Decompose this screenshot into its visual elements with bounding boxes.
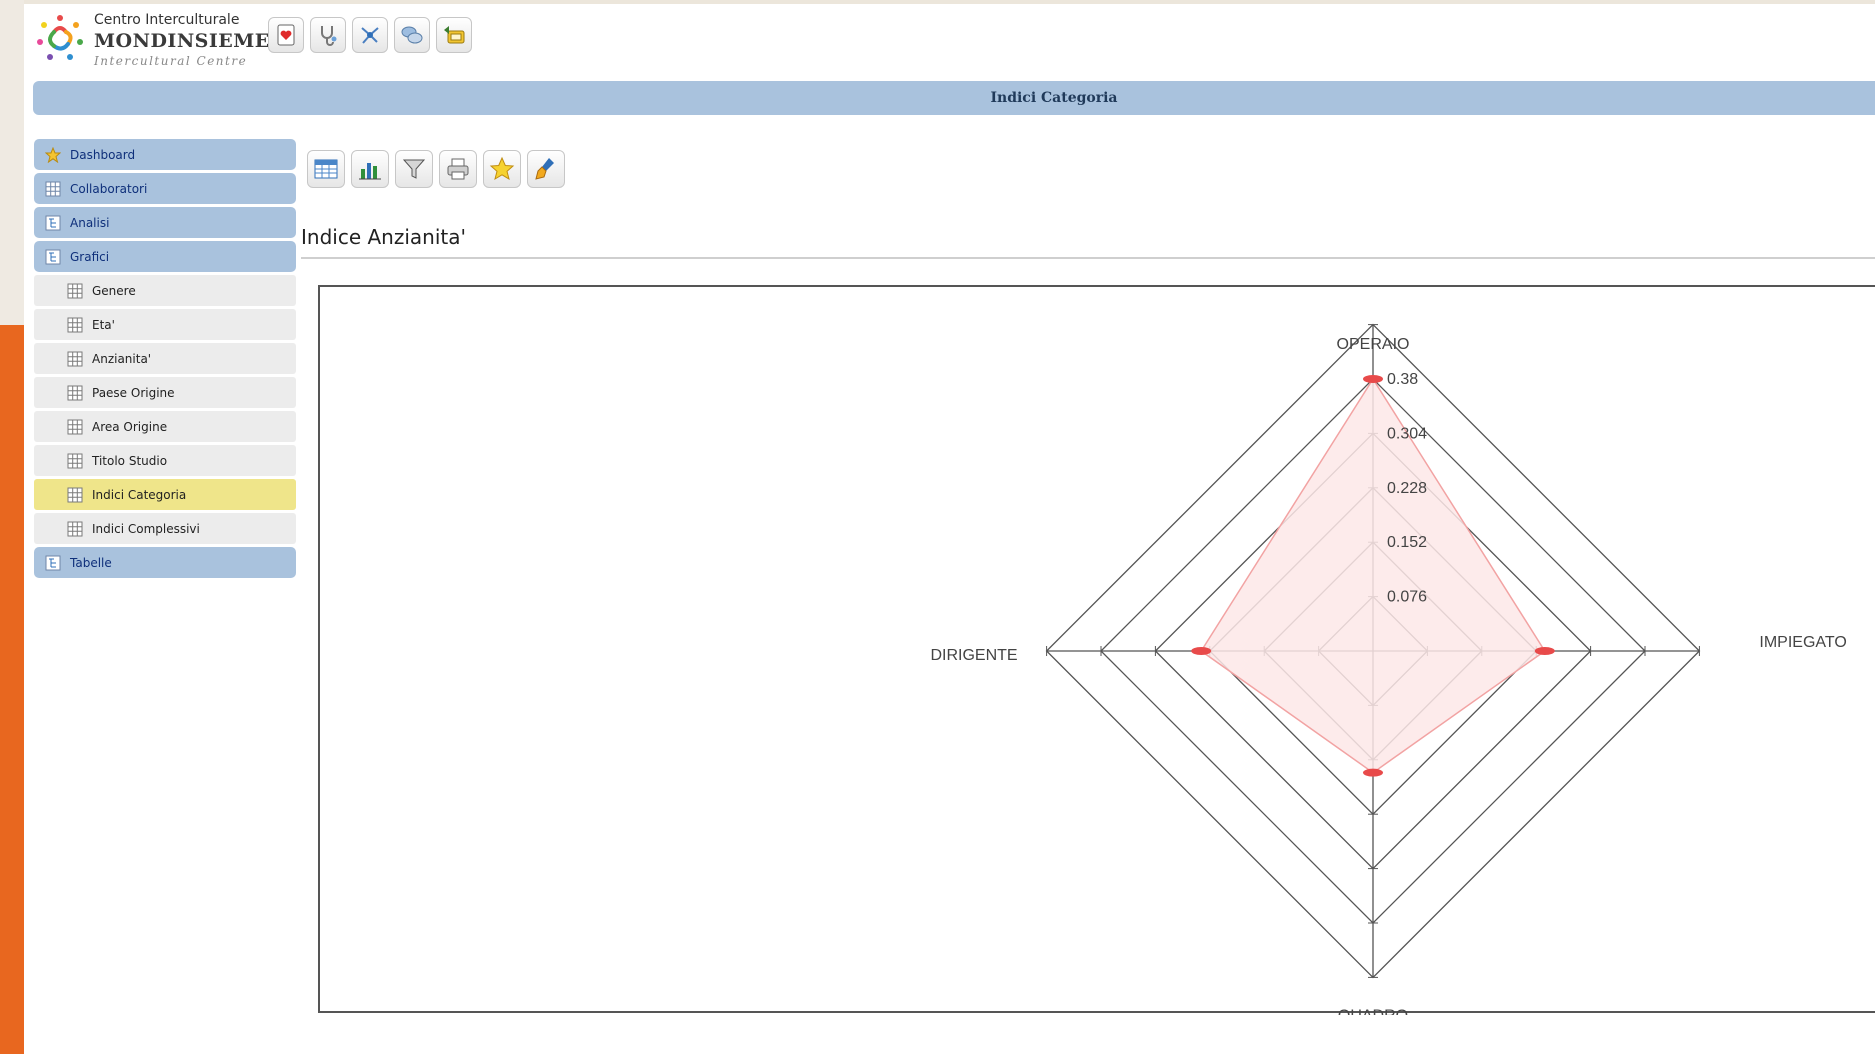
sidebar-item-label: Genere — [92, 283, 136, 298]
category-label: QUADRO — [1338, 1007, 1408, 1015]
back-card-icon — [444, 26, 465, 44]
data-point — [1363, 375, 1383, 383]
chart-toolbar — [307, 150, 565, 188]
sidebar-item-collaboratori[interactable]: Collaboratori — [34, 173, 296, 204]
logo[interactable]: Centro Interculturale MONDINSIEME Interc… — [32, 10, 269, 68]
stethoscope-icon — [321, 26, 337, 46]
filter-button[interactable] — [395, 150, 433, 188]
chart-view-button[interactable] — [351, 150, 389, 188]
sidebar-item-paese-origine[interactable]: Paese Origine — [34, 377, 296, 408]
grid-icon — [66, 282, 84, 300]
sidebar-item-label: Paese Origine — [92, 385, 175, 400]
data-point — [1191, 647, 1212, 655]
category-label: OPERAIO — [1337, 336, 1410, 353]
sidebar-item-label: Indici Categoria — [92, 487, 187, 502]
top-toolbar — [268, 17, 472, 53]
heart-document-icon — [277, 24, 295, 46]
sidebar-item-indici-categoria[interactable]: Indici Categoria — [34, 479, 296, 510]
grid-icon — [66, 316, 84, 334]
sidebar-item-label: Area Origine — [92, 419, 168, 434]
network-button[interactable] — [352, 17, 388, 53]
page-title: Indici Categoria — [990, 90, 1118, 106]
chat-bubbles-icon — [401, 26, 423, 44]
sidebar-item-tabelle[interactable]: Tabelle — [34, 547, 296, 578]
chat-button[interactable] — [394, 17, 430, 53]
sidebar-item-label: Grafici — [70, 249, 110, 264]
sidebar-item-area-origine[interactable]: Area Origine — [34, 411, 296, 442]
chart-heading: Indice Anzianita' — [301, 225, 466, 249]
sidebar-item-indici-complessivi[interactable]: Indici Complessivi — [34, 513, 296, 544]
sidebar-item-titolo-studio[interactable]: Titolo Studio — [34, 445, 296, 476]
star-icon — [44, 146, 62, 164]
sidebar-item-dashboard[interactable]: Dashboard — [34, 139, 296, 170]
sidebar-item-label: Anzianita' — [92, 351, 152, 366]
brush-icon — [535, 158, 554, 180]
logo-line-3: Intercultural Centre — [94, 54, 248, 68]
scale-tick-label: 0.152 — [1387, 534, 1427, 551]
sidebar-item-label: Titolo Studio — [92, 453, 168, 468]
sidebar-item-analisi[interactable]: Analisi — [34, 207, 296, 238]
table-view-button[interactable] — [307, 150, 345, 188]
radar-chart-frame: 0.076 0.152 0.228 0.304 0.38 OPERAIO IMPIEGATO… — [318, 285, 1875, 1015]
grid-icon — [66, 452, 84, 470]
favorite-button[interactable] — [483, 150, 521, 188]
data-point — [1534, 647, 1555, 655]
grid-icon — [66, 520, 84, 538]
data-point — [1363, 768, 1383, 777]
category-label: DIRIGENTE — [930, 647, 1017, 664]
left-accent-bar — [0, 325, 24, 1054]
series-area — [1200, 377, 1546, 774]
sidebar-item-label: Tabelle — [70, 555, 112, 570]
scale-tick-label: 0.304 — [1387, 425, 1427, 442]
heart-document-button[interactable] — [268, 17, 304, 53]
sidebar-item-grafici[interactable]: Grafici — [34, 241, 296, 272]
sidebar-item-label: Eta' — [92, 317, 115, 332]
grid-icon — [66, 384, 84, 402]
top-strip — [0, 0, 1875, 4]
logo-flower-icon — [37, 15, 83, 60]
heading-divider — [301, 257, 1875, 259]
grid-icon — [66, 418, 84, 436]
filter-icon — [402, 159, 426, 179]
sidebar-item-genere[interactable]: Genere — [34, 275, 296, 306]
logo-line-2: MONDINSIEME — [94, 30, 270, 52]
sidebar-item-label: Analisi — [70, 215, 110, 230]
back-card-button[interactable] — [436, 17, 472, 53]
grid-icon — [66, 486, 84, 504]
grid-icon — [66, 350, 84, 368]
tree-icon — [44, 554, 62, 572]
print-button[interactable] — [439, 150, 477, 188]
grid-icon — [44, 180, 62, 198]
category-label: IMPIEGATO — [1759, 634, 1846, 651]
tree-icon — [44, 214, 62, 232]
sidebar-item-label: Collaboratori — [70, 181, 148, 196]
sidebar-item-label: Indici Complessivi — [92, 521, 200, 536]
radar-chart: 0.076 0.152 0.228 0.304 0.38 OPERAIO IMPIEGATO… — [930, 323, 1847, 1015]
sidebar-item-anzianita[interactable]: Anzianita' — [34, 343, 296, 374]
clear-button[interactable] — [527, 150, 565, 188]
scale-tick-label: 0.228 — [1387, 480, 1427, 497]
logo-line-1: Centro Interculturale — [94, 12, 240, 28]
print-icon — [447, 158, 469, 180]
bar-chart-icon — [359, 163, 381, 180]
table-icon — [314, 159, 338, 179]
title-bar: Indici Categoria — [33, 81, 1875, 115]
left-decoration — [0, 0, 24, 325]
network-icon — [361, 27, 379, 44]
sidebar-item-label: Dashboard — [70, 147, 136, 162]
sidebar-item-eta[interactable]: Eta' — [34, 309, 296, 340]
sidebar: Dashboard Collaboratori Analisi Grafici … — [34, 139, 296, 581]
scale-tick-label: 0.38 — [1387, 371, 1418, 388]
tree-icon — [44, 248, 62, 266]
stethoscope-button[interactable] — [310, 17, 346, 53]
star-icon — [489, 156, 515, 181]
scale-tick-label: 0.076 — [1387, 589, 1427, 606]
